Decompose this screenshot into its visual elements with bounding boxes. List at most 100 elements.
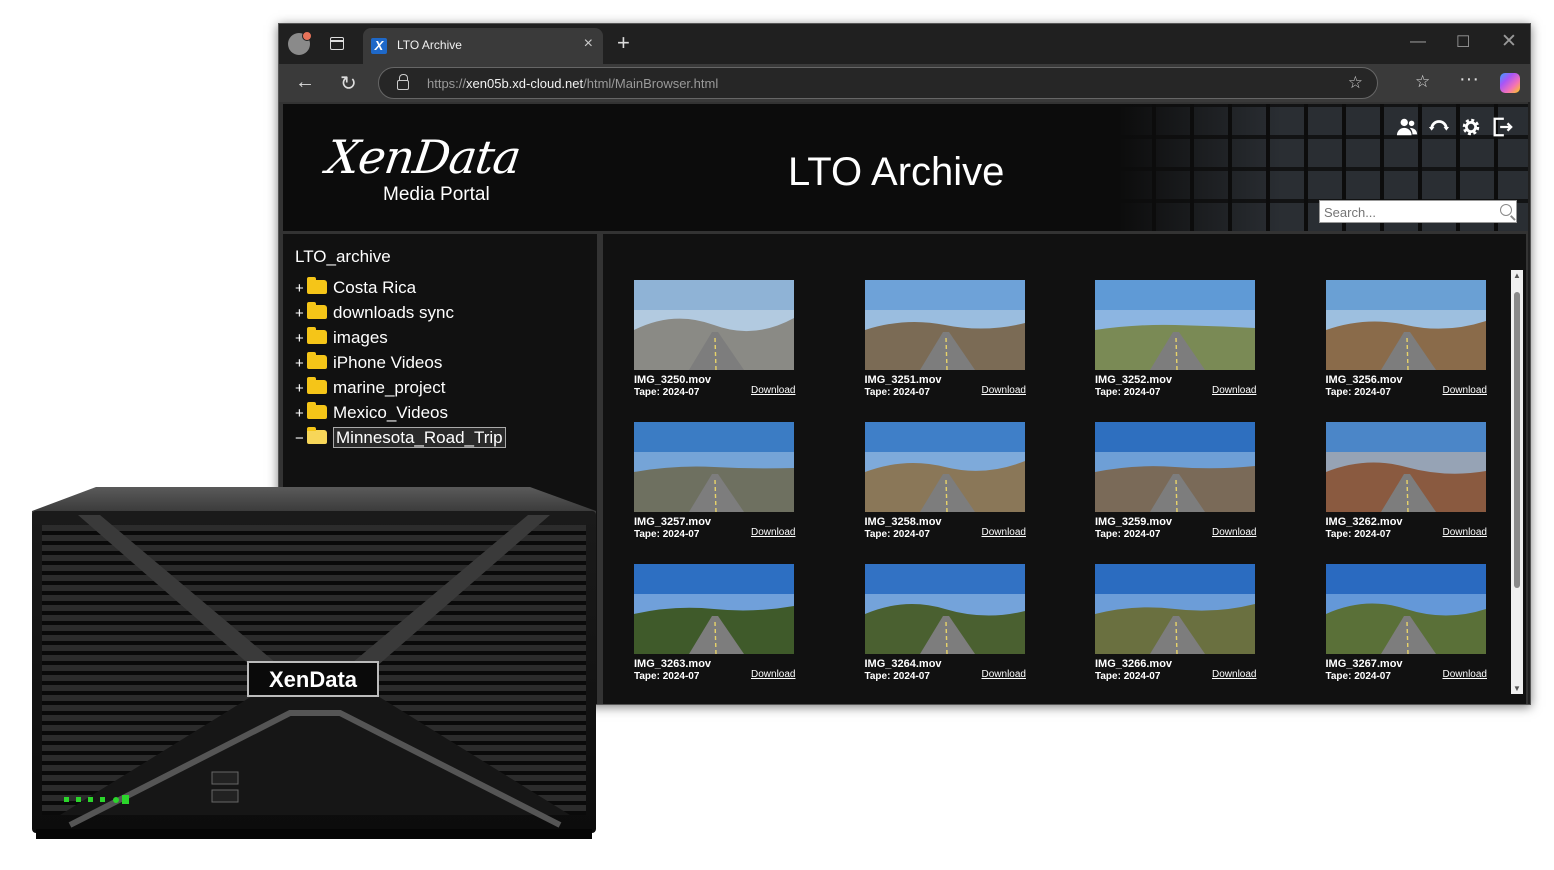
file-card[interactable]: IMG_3258.mov Tape: 2024-07 Download	[864, 422, 1029, 552]
download-link[interactable]: Download	[1443, 527, 1487, 538]
users-icon[interactable]	[1396, 116, 1418, 138]
expand-toggle-icon[interactable]: +	[295, 280, 307, 297]
folder-icon	[307, 402, 327, 419]
download-link[interactable]: Download	[1443, 385, 1487, 396]
search-box[interactable]	[1319, 200, 1517, 223]
file-grid: IMG_3250.mov Tape: 2024-07 Download IMG_325…	[603, 234, 1526, 704]
file-card[interactable]: IMG_3256.mov Tape: 2024-07 Download	[1325, 280, 1490, 410]
tab-bar: X LTO Archive × + — ☐ ✕	[279, 24, 1530, 64]
file-card[interactable]: IMG_3263.mov Tape: 2024-07 Download	[634, 564, 798, 694]
tab-actions-icon[interactable]	[330, 37, 344, 50]
file-card[interactable]: IMG_3266.mov Tape: 2024-07 Download	[1095, 564, 1259, 694]
tree-root[interactable]: LTO_archive	[295, 247, 391, 267]
tape-label: Tape: 2024-07	[864, 387, 930, 398]
expand-toggle-icon[interactable]: +	[295, 380, 307, 397]
video-thumbnail[interactable]	[864, 422, 1025, 512]
expand-toggle-icon[interactable]: −	[295, 430, 307, 447]
tape-label: Tape: 2024-07	[864, 671, 930, 682]
folder-label[interactable]: iPhone Videos	[333, 353, 442, 372]
file-name: IMG_3256.mov	[1325, 374, 1403, 386]
video-thumbnail[interactable]	[634, 422, 794, 512]
video-thumbnail[interactable]	[1325, 422, 1486, 512]
download-link[interactable]: Download	[982, 669, 1026, 680]
expand-toggle-icon[interactable]: +	[295, 330, 307, 347]
tree-folder[interactable]: + iPhone Videos	[295, 352, 442, 375]
download-link[interactable]: Download	[751, 385, 795, 396]
profile-icon[interactable]	[288, 31, 312, 55]
file-card[interactable]: IMG_3251.mov Tape: 2024-07 Download	[864, 280, 1029, 410]
settings-icon[interactable]	[1460, 116, 1482, 138]
video-thumbnail[interactable]	[864, 280, 1025, 370]
video-thumbnail[interactable]	[1095, 564, 1255, 654]
tree-folder[interactable]: − Minnesota_Road_Trip	[295, 427, 506, 450]
favorite-star-icon[interactable]: ☆	[1348, 73, 1363, 93]
copilot-icon[interactable]	[1500, 73, 1520, 93]
download-link[interactable]: Download	[1212, 385, 1256, 396]
more-menu-icon[interactable]: ···	[1459, 68, 1479, 91]
close-tab-icon[interactable]: ×	[584, 35, 593, 53]
video-thumbnail[interactable]	[1325, 280, 1486, 370]
lock-icon[interactable]	[397, 74, 409, 90]
tree-folder[interactable]: + images	[295, 327, 388, 350]
folder-label[interactable]: images	[333, 328, 388, 347]
url-text: https://xen05b.xd-cloud.net/html/MainBro…	[427, 76, 719, 91]
url-field[interactable]: https://xen05b.xd-cloud.net/html/MainBro…	[378, 67, 1378, 99]
expand-toggle-icon[interactable]: +	[295, 355, 307, 372]
tree-folder[interactable]: + Mexico_Videos	[295, 402, 448, 425]
vertical-scrollbar[interactable]: ▲ ▼	[1511, 270, 1523, 694]
folder-label[interactable]: downloads sync	[333, 303, 454, 322]
scrollbar-thumb[interactable]	[1514, 292, 1520, 588]
maximize-icon[interactable]: ☐	[1456, 32, 1470, 52]
file-card[interactable]: IMG_3267.mov Tape: 2024-07 Download	[1325, 564, 1490, 694]
close-window-icon[interactable]: ✕	[1501, 30, 1517, 53]
expand-toggle-icon[interactable]: +	[295, 405, 307, 422]
file-card[interactable]: IMG_3259.mov Tape: 2024-07 Download	[1095, 422, 1259, 552]
new-tab-icon[interactable]: +	[617, 30, 630, 56]
folder-label[interactable]: Mexico_Videos	[333, 403, 448, 422]
tape-label: Tape: 2024-07	[1325, 671, 1391, 682]
video-thumbnail[interactable]	[634, 564, 794, 654]
download-link[interactable]: Download	[1443, 669, 1487, 680]
tree-folder[interactable]: + downloads sync	[295, 302, 454, 325]
tree-folder[interactable]: + marine_project	[295, 377, 445, 400]
page-title: LTO Archive	[788, 150, 1005, 194]
file-card[interactable]: IMG_3250.mov Tape: 2024-07 Download	[634, 280, 798, 410]
download-link[interactable]: Download	[1212, 669, 1256, 680]
download-link[interactable]: Download	[751, 527, 795, 538]
folder-label[interactable]: Minnesota_Road_Trip	[333, 427, 506, 448]
folder-label[interactable]: Costa Rica	[333, 278, 416, 297]
favorites-icon[interactable]: ☆	[1415, 72, 1430, 92]
minimize-icon[interactable]: —	[1410, 33, 1426, 51]
video-thumbnail[interactable]	[1095, 422, 1255, 512]
folder-label[interactable]: marine_project	[333, 378, 445, 397]
download-link[interactable]: Download	[982, 385, 1026, 396]
scroll-down-icon[interactable]: ▼	[1513, 684, 1521, 693]
tape-label: Tape: 2024-07	[634, 387, 700, 398]
video-thumbnail[interactable]	[1095, 280, 1255, 370]
download-link[interactable]: Download	[751, 669, 795, 680]
address-bar-row: ← ↻ https://xen05b.xd-cloud.net/html/Mai…	[279, 64, 1530, 102]
file-card[interactable]: IMG_3264.mov Tape: 2024-07 Download	[864, 564, 1029, 694]
back-icon[interactable]: ←	[295, 71, 315, 94]
download-link[interactable]: Download	[982, 527, 1026, 538]
file-card[interactable]: IMG_3257.mov Tape: 2024-07 Download	[634, 422, 798, 552]
video-thumbnail[interactable]	[634, 280, 794, 370]
download-link[interactable]: Download	[1212, 527, 1256, 538]
scroll-up-icon[interactable]: ▲	[1513, 271, 1521, 280]
refresh-icon[interactable]	[1428, 116, 1450, 138]
file-card[interactable]: IMG_3262.mov Tape: 2024-07 Download	[1325, 422, 1490, 552]
tab-title: LTO Archive	[397, 38, 462, 52]
portal-header: XenData Media Portal LTO Archive	[283, 104, 1528, 231]
video-thumbnail[interactable]	[1325, 564, 1486, 654]
reload-icon[interactable]: ↻	[340, 71, 357, 96]
video-thumbnail[interactable]	[864, 564, 1025, 654]
file-card[interactable]: IMG_3252.mov Tape: 2024-07 Download	[1095, 280, 1259, 410]
expand-toggle-icon[interactable]: +	[295, 305, 307, 322]
search-icon[interactable]	[1500, 204, 1512, 216]
folder-icon	[307, 302, 327, 319]
search-input[interactable]	[1324, 203, 1494, 221]
logout-icon[interactable]	[1491, 116, 1513, 138]
tape-label: Tape: 2024-07	[1325, 387, 1391, 398]
browser-tab[interactable]: X LTO Archive ×	[363, 28, 603, 64]
tree-folder[interactable]: + Costa Rica	[295, 277, 416, 300]
